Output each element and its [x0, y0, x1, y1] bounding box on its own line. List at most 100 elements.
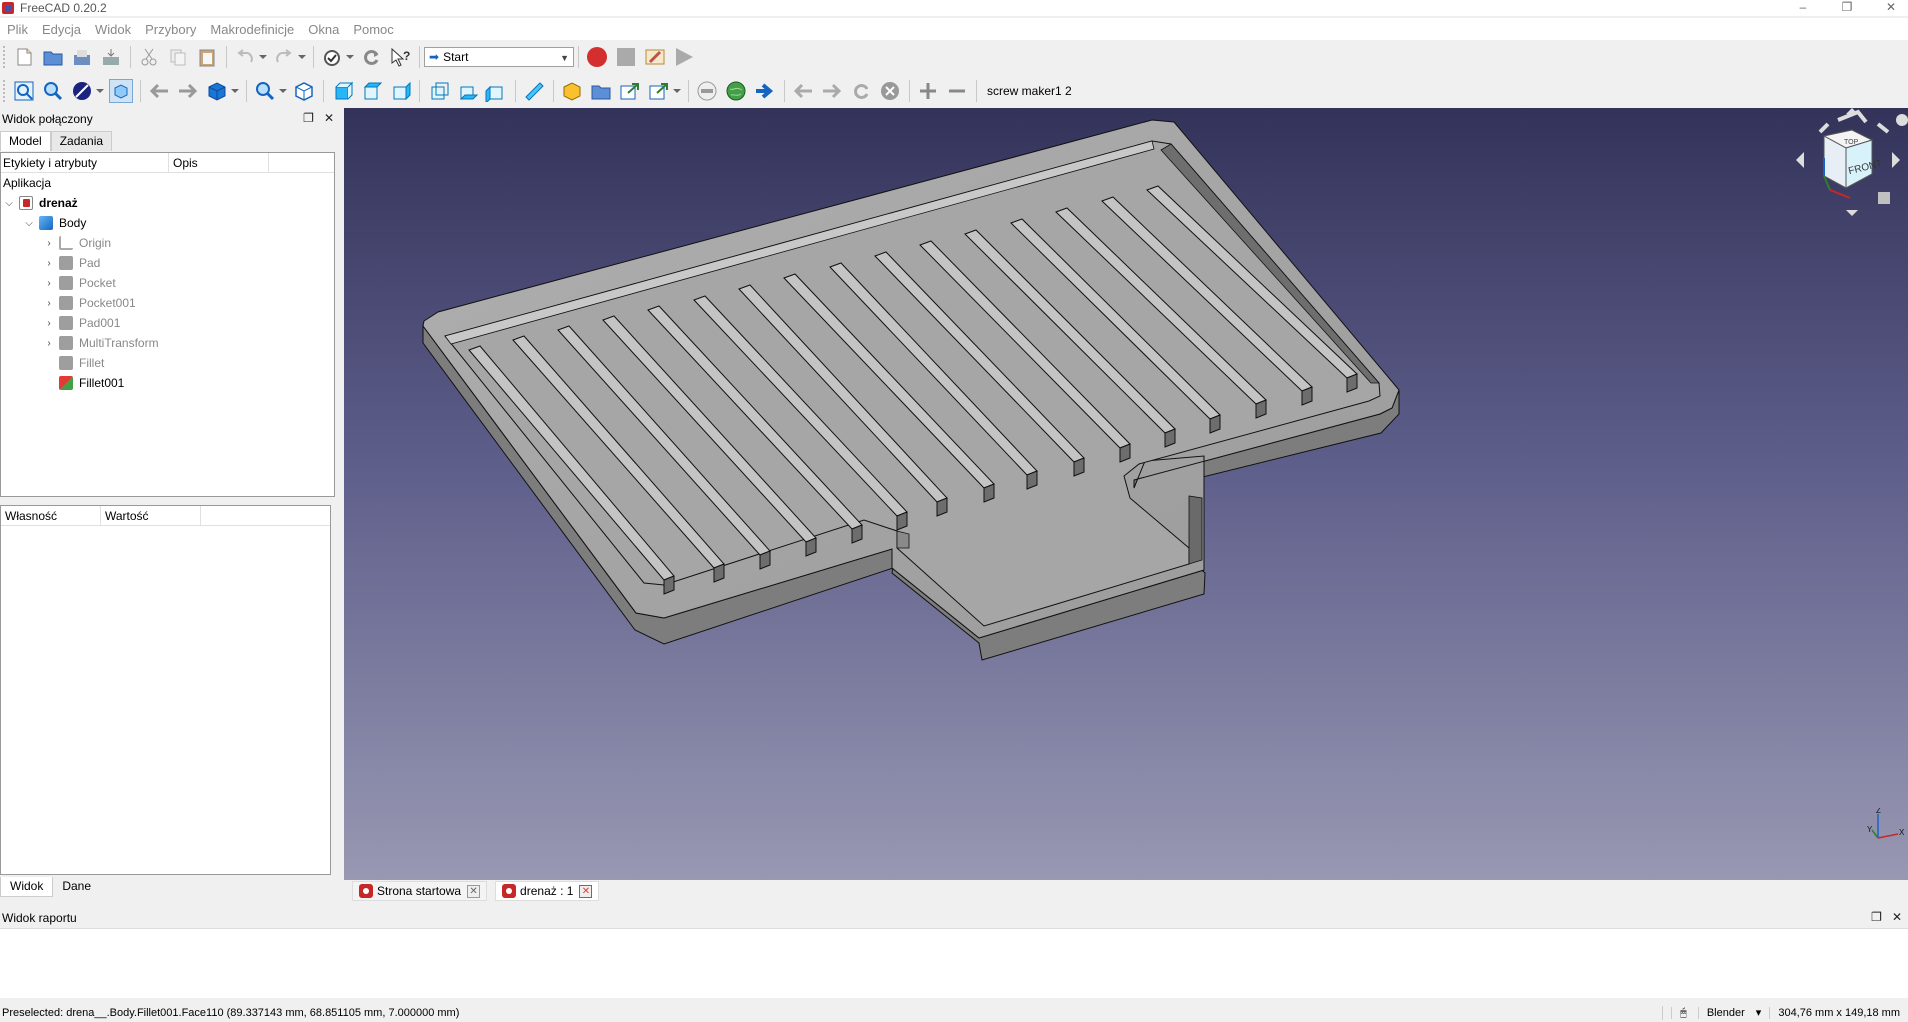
tree-item-body[interactable]: ⌵ Body [1, 213, 334, 233]
web-stop-loading-icon[interactable] [878, 79, 902, 103]
menu-tools[interactable]: Przybory [138, 22, 203, 37]
chevron-down-icon[interactable]: ⌵ [3, 198, 15, 209]
tab-data[interactable]: Dane [53, 877, 100, 897]
zoom-icon[interactable] [253, 79, 277, 103]
chevron-down-icon[interactable] [278, 79, 288, 103]
std-views-icon[interactable] [205, 79, 229, 103]
chevron-down-icon[interactable] [672, 79, 682, 103]
create-group-icon[interactable] [589, 79, 613, 103]
web-stop-icon[interactable] [695, 79, 719, 103]
measure-icon[interactable] [522, 79, 546, 103]
tree-item-pocket[interactable]: › Pocket [1, 273, 334, 293]
toolbar-grip[interactable] [3, 80, 7, 102]
view-left-icon[interactable] [484, 79, 508, 103]
open-document-icon[interactable] [41, 45, 65, 69]
chevron-right-icon[interactable]: › [43, 318, 55, 329]
save-document-icon[interactable] [70, 45, 94, 69]
workbench-selector[interactable]: ➡ Start ▼ [424, 47, 574, 67]
tree-header-labels[interactable]: Etykiety i atrybuty [1, 153, 169, 172]
tree-item-origin[interactable]: › Origin [1, 233, 334, 253]
paste-icon[interactable] [195, 45, 219, 69]
chevron-down-icon[interactable]: ⌵ [23, 218, 35, 229]
tree-item-multitransform[interactable]: › MultiTransform [1, 333, 334, 353]
undo-icon[interactable] [233, 45, 257, 69]
tree-item-pocket001[interactable]: › Pocket001 [1, 293, 334, 313]
toolbar-grip[interactable] [3, 46, 7, 68]
menu-help[interactable]: Pomoc [346, 22, 400, 37]
chevron-down-icon[interactable] [230, 79, 240, 103]
menu-edit[interactable]: Edycja [35, 22, 88, 37]
macro-run-icon[interactable] [672, 45, 696, 69]
chevron-right-icon[interactable]: › [43, 238, 55, 249]
tab-tasks[interactable]: Zadania [50, 131, 113, 151]
bounding-box-icon[interactable] [109, 79, 133, 103]
close-icon[interactable]: ✕ [324, 111, 334, 125]
minimize-button[interactable]: – [1788, 0, 1818, 16]
view-right-icon[interactable] [388, 79, 412, 103]
tree-header-description[interactable]: Opis [169, 153, 269, 172]
close-icon[interactable]: ✕ [467, 884, 481, 898]
chevron-right-icon[interactable]: › [43, 258, 55, 269]
view-rear-icon[interactable] [426, 79, 450, 103]
property-header-value[interactable]: Wartość [101, 506, 201, 525]
tree-item-pad001[interactable]: › Pad001 [1, 313, 334, 333]
report-view-output[interactable] [0, 928, 1908, 998]
float-icon[interactable]: ❐ [303, 111, 314, 125]
link-icon[interactable] [618, 79, 642, 103]
navigation-cube[interactable]: TOP FRONT [1788, 108, 1908, 228]
web-home-icon[interactable] [724, 79, 748, 103]
chevron-right-icon[interactable]: › [43, 338, 55, 349]
view-front-icon[interactable] [330, 79, 354, 103]
property-header-name[interactable]: Własność [1, 506, 101, 525]
macro-screw-maker[interactable]: screw maker1 2 [987, 84, 1072, 98]
chevron-down-icon[interactable] [258, 45, 268, 69]
tree-item-pad[interactable]: › Pad [1, 253, 334, 273]
recompute-icon[interactable] [359, 45, 383, 69]
create-part-icon[interactable] [560, 79, 584, 103]
save-as-icon[interactable] [99, 45, 123, 69]
link-actions-icon[interactable] [647, 79, 671, 103]
draw-style-icon[interactable] [70, 79, 94, 103]
tab-view[interactable]: Widok [0, 877, 54, 897]
new-document-icon[interactable] [12, 45, 36, 69]
menu-file[interactable]: Plik [0, 22, 35, 37]
view-top-icon[interactable] [359, 79, 383, 103]
menu-windows[interactable]: Okna [301, 22, 346, 37]
maximize-button[interactable]: ❐ [1832, 0, 1862, 16]
web-refresh-icon[interactable] [849, 79, 873, 103]
whats-this-icon[interactable]: ? [388, 45, 412, 69]
chevron-right-icon[interactable]: › [43, 298, 55, 309]
menu-view[interactable]: Widok [88, 22, 138, 37]
chevron-right-icon[interactable]: › [43, 278, 55, 289]
macro-stop-icon[interactable] [614, 45, 638, 69]
menu-macro[interactable]: Makrodefinicje [203, 22, 301, 37]
tab-start-page[interactable]: Strona startowa ✕ [352, 881, 488, 901]
chevron-down-icon[interactable] [345, 45, 355, 69]
redo-icon[interactable] [272, 45, 296, 69]
view-bottom-icon[interactable] [455, 79, 479, 103]
web-open-icon[interactable] [753, 79, 777, 103]
macro-edit-icon[interactable] [643, 45, 667, 69]
view-isometric-icon[interactable] [292, 79, 316, 103]
3d-viewport[interactable]: TOP FRONT Z X Y [344, 108, 1908, 880]
fit-selection-icon[interactable] [41, 79, 65, 103]
cut-icon[interactable] [137, 45, 161, 69]
close-icon[interactable]: ✕ [1892, 910, 1902, 924]
float-icon[interactable]: ❐ [1871, 910, 1882, 924]
macro-record-icon[interactable] [585, 45, 609, 69]
close-window-button[interactable]: ✕ [1876, 0, 1906, 16]
tree-item-fillet[interactable]: Fillet [1, 353, 334, 373]
copy-icon[interactable] [166, 45, 190, 69]
tree-item-drenaz[interactable]: ⌵ drenaż [1, 193, 334, 213]
tree-item-fillet001[interactable]: Fillet001 [1, 373, 334, 393]
zoom-in-icon[interactable] [916, 79, 940, 103]
drainage-tray-model[interactable] [344, 108, 1908, 880]
refresh-check-icon[interactable] [320, 45, 344, 69]
chevron-down-icon[interactable] [95, 79, 105, 103]
tab-drenaz-document[interactable]: drenaż : 1 ✕ [495, 881, 600, 901]
view-forward-icon[interactable] [176, 79, 200, 103]
web-back-icon[interactable] [791, 79, 815, 103]
view-back-icon[interactable] [147, 79, 171, 103]
chevron-down-icon[interactable] [297, 45, 307, 69]
zoom-out-icon[interactable] [945, 79, 969, 103]
